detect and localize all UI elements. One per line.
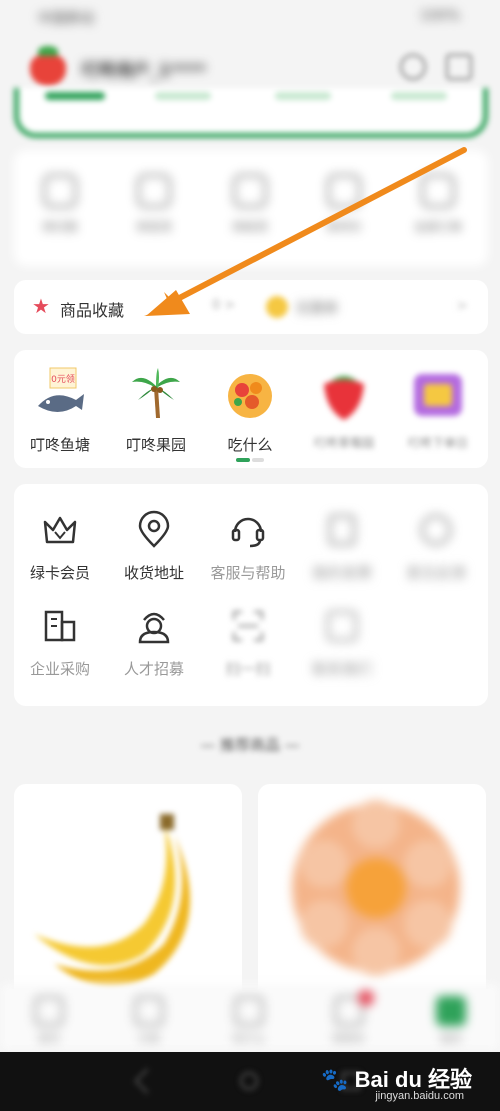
recruit-icon	[134, 606, 174, 646]
message-icon[interactable]	[446, 54, 472, 80]
feedback-icon	[416, 510, 456, 550]
coupon-link[interactable]: 优惠券	[296, 298, 338, 318]
recommend-title: — 推荐商品 —	[200, 736, 300, 754]
home-icon[interactable]	[34, 996, 64, 1026]
service-address[interactable]: 收货地址	[108, 510, 200, 583]
location-icon	[134, 510, 174, 550]
product-favorites-link[interactable]: 商品收藏	[60, 297, 124, 321]
home-button-icon[interactable]	[240, 1072, 258, 1090]
order-item-pending-payment[interactable]: 待付款	[28, 174, 92, 235]
service-green-card[interactable]: 绿卡会员	[14, 510, 106, 583]
comment-icon	[327, 174, 361, 208]
building-icon	[40, 606, 80, 646]
fun-item-order-day[interactable]: 叮咚下单日	[396, 366, 480, 451]
tab-profile[interactable]: 我的	[426, 1030, 476, 1046]
service-card: 绿卡会员 收货地址 客服与帮助 我的发票 意见反馈 企业采购 人才招募 扫一扫 …	[14, 484, 488, 706]
watermark-url: jingyan.baidu.com	[375, 1090, 464, 1102]
order-item-pending-review[interactable]: 待评价	[312, 174, 376, 235]
order-item-pending-shipment[interactable]: 待发货	[122, 174, 186, 235]
bowl-icon[interactable]	[234, 996, 264, 1026]
carousel-indicator	[236, 458, 266, 462]
avatar[interactable]	[28, 44, 68, 88]
category-icon[interactable]	[134, 996, 164, 1026]
tab-what-to-eat[interactable]: 吃什么	[224, 1030, 274, 1046]
palm-tree-icon	[128, 366, 184, 422]
box-icon	[137, 174, 171, 208]
tab-category[interactable]: 分类	[124, 1030, 174, 1046]
scan-icon	[228, 606, 268, 646]
order-card: 待付款 待发货 待收货 待评价 全部订单	[14, 150, 488, 266]
fish-pond-icon: 0元领	[32, 366, 88, 422]
food-bowl-icon	[222, 366, 278, 422]
fun-item-fish-pond[interactable]: 0元领 叮咚鱼塘	[18, 366, 102, 455]
fun-zone-card: 0元领 叮咚鱼塘 叮咚果园 吃什么 叮咚草莓园 叮咚下单日	[14, 350, 488, 468]
strawberry-icon	[316, 366, 372, 422]
service-customer-support[interactable]: 客服与帮助	[202, 510, 294, 583]
username[interactable]: 叮咚用户_1****	[82, 56, 206, 81]
service-contact[interactable]: 联系我们	[296, 606, 388, 679]
coupon-icon	[266, 296, 288, 318]
strawberry-icon	[30, 54, 66, 86]
profile-icon[interactable]	[436, 996, 466, 1026]
service-recruitment[interactable]: 人才招募	[108, 606, 200, 679]
service-invoice[interactable]: 我的发票	[296, 510, 388, 583]
fun-item-what-to-eat[interactable]: 吃什么	[208, 366, 292, 455]
order-item-all[interactable]: 全部订单	[406, 174, 470, 235]
collect-card: ★ 商品收藏 0 > 优惠券 >	[14, 280, 488, 334]
order-item-pending-receipt[interactable]: 待收货	[218, 174, 282, 235]
contact-icon	[322, 606, 362, 646]
tab-cart[interactable]: 购物车	[324, 1030, 374, 1046]
favorites-count: 0 >	[212, 298, 236, 313]
gift-icon	[410, 366, 466, 422]
free-badge: 0元领	[51, 373, 75, 385]
bottom-tab-bar: 首页 分类 吃什么 购物车 我的	[0, 984, 500, 1050]
cart-badge	[358, 990, 374, 1006]
vip-card[interactable]	[14, 88, 488, 138]
chevron-right-icon: >	[456, 298, 468, 314]
service-enterprise-purchase[interactable]: 企业采购	[14, 606, 106, 679]
fun-item-orchard[interactable]: 叮咚果园	[114, 366, 198, 455]
crown-icon	[40, 510, 80, 550]
fun-item-strawberry[interactable]: 叮咚草莓园	[302, 366, 386, 451]
wallet-icon	[43, 174, 77, 208]
service-scan[interactable]: 扫一扫	[202, 606, 294, 679]
service-feedback[interactable]: 意见反馈	[390, 510, 482, 583]
battery-text: 100%	[419, 8, 460, 24]
tab-home[interactable]: 首页	[24, 1030, 74, 1046]
truck-icon	[233, 174, 267, 208]
list-icon	[421, 174, 455, 208]
status-bar: 中国移动 100%	[0, 0, 500, 36]
star-icon: ★	[32, 294, 50, 318]
invoice-icon	[322, 510, 362, 550]
settings-icon[interactable]	[400, 54, 426, 80]
carrier-text: 中国移动	[38, 11, 94, 27]
system-nav-bar: 🐾 Bai du 经验 jingyan.baidu.com	[0, 1052, 500, 1111]
back-icon[interactable]	[134, 1068, 160, 1094]
headset-icon	[228, 510, 268, 550]
